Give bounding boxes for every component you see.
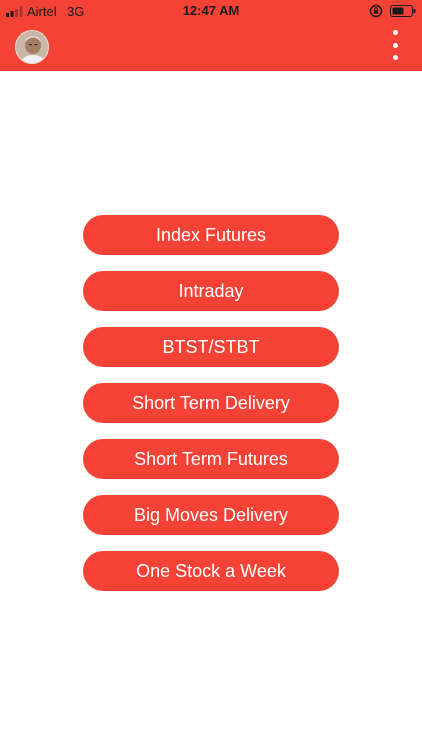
- battery-icon: [390, 5, 416, 17]
- app-header: Airtel 3G 12:47 AM: [0, 0, 422, 71]
- one-stock-a-week-button[interactable]: One Stock a Week: [83, 551, 339, 591]
- short-term-delivery-button[interactable]: Short Term Delivery: [83, 383, 339, 423]
- category-menu: Index Futures Intraday BTST/STBT Short T…: [83, 215, 339, 607]
- status-time: 12:47 AM: [182, 3, 240, 18]
- user-photo-icon: [16, 31, 48, 63]
- status-bar: Airtel 3G 12:47 AM: [0, 0, 422, 22]
- index-futures-button[interactable]: Index Futures: [83, 215, 339, 255]
- profile-avatar[interactable]: [15, 30, 49, 64]
- orientation-lock-icon: [369, 4, 383, 18]
- big-moves-delivery-button[interactable]: Big Moves Delivery: [83, 495, 339, 535]
- short-term-futures-button[interactable]: Short Term Futures: [83, 439, 339, 479]
- btst-stbt-button[interactable]: BTST/STBT: [83, 327, 339, 367]
- more-vertical-icon: [392, 30, 398, 35]
- overflow-menu-button[interactable]: [384, 30, 406, 60]
- intraday-button[interactable]: Intraday: [83, 271, 339, 311]
